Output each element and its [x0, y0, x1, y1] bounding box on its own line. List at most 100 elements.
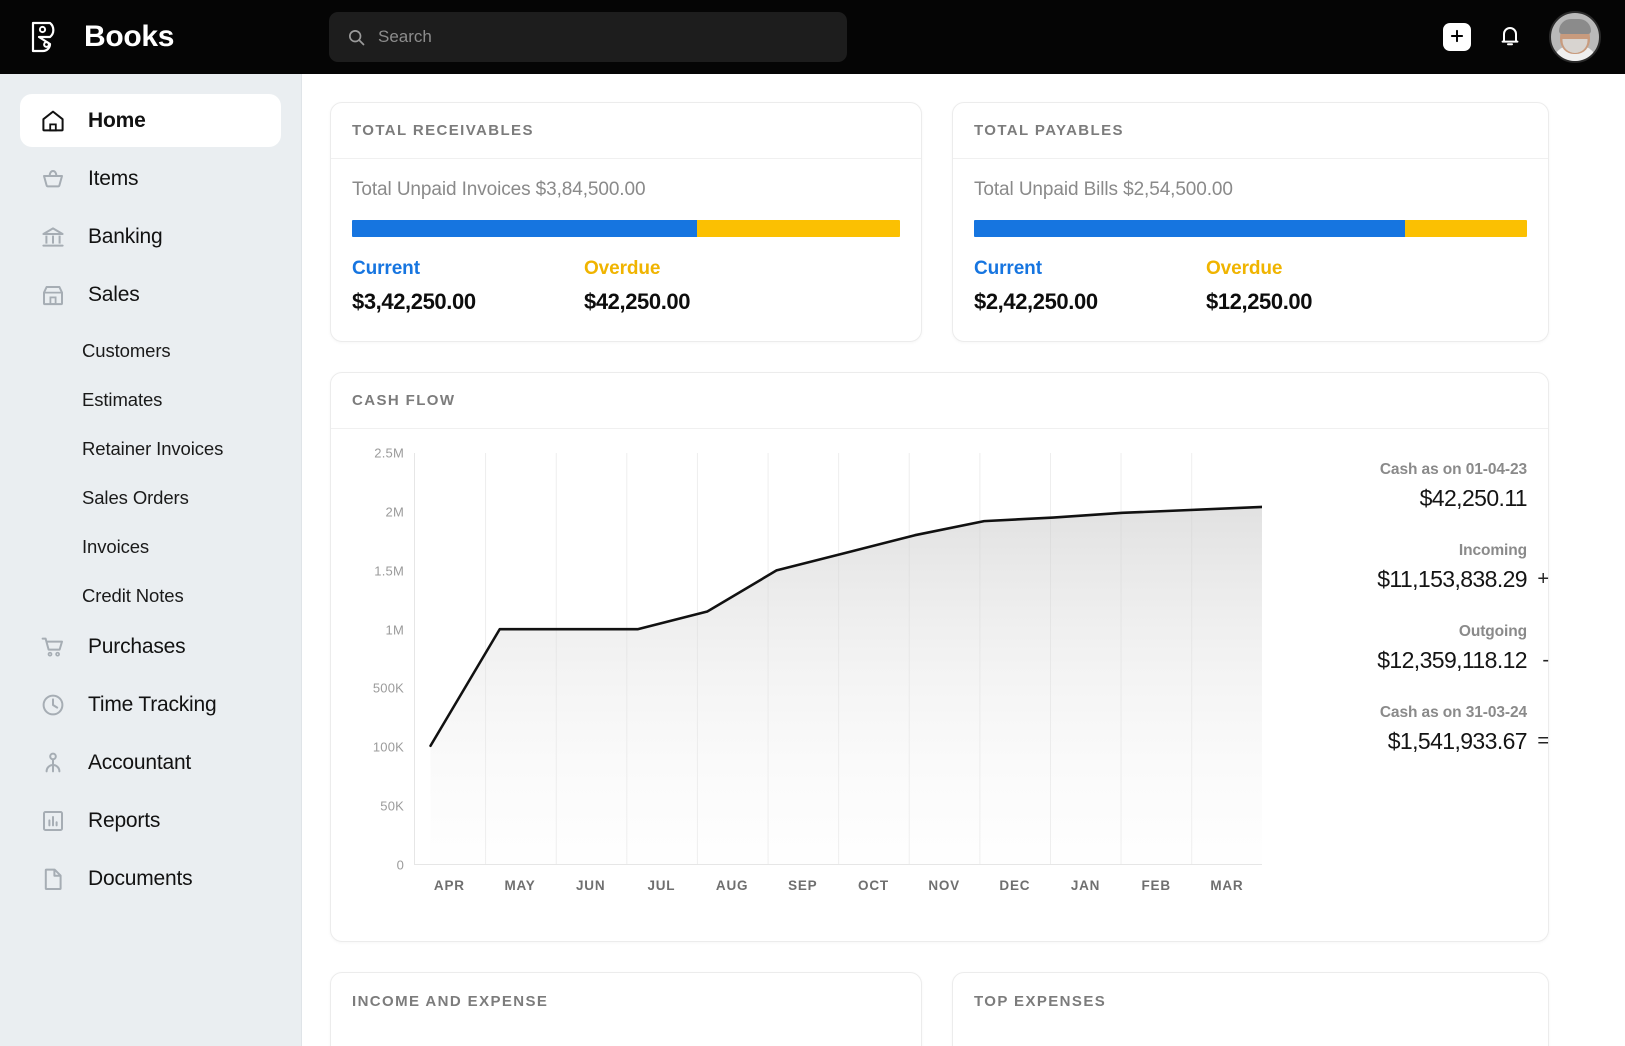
cash-flow-chart: 2.5M2M1.5M1M500K100K50K0: [352, 453, 1262, 923]
receivables-current: Current $3,42,250.00: [352, 258, 584, 315]
x-axis-tick: SEP: [767, 878, 838, 908]
home-icon: [40, 108, 66, 134]
notifications-button[interactable]: [1497, 23, 1523, 51]
receivables-overdue-segment: [697, 220, 900, 237]
clock-icon: [40, 692, 66, 718]
books-logo-icon: [26, 17, 66, 57]
sidebar-sub-label: Estimates: [82, 389, 162, 411]
sidebar-item-items[interactable]: Items: [20, 152, 281, 205]
incoming-value: $11,153,838.29: [1282, 566, 1527, 593]
card-body: Total Unpaid Bills $2,54,500.00 Current …: [953, 159, 1548, 341]
closing-cash: Cash as on 31-03-24 $1,541,933.67 =: [1282, 704, 1527, 755]
sidebar-sub-label: Sales Orders: [82, 487, 189, 509]
y-axis-tick: 500K: [373, 681, 404, 696]
x-axis-tick: MAR: [1192, 878, 1263, 908]
search-input[interactable]: [378, 27, 829, 47]
legend-value: $3,42,250.00: [352, 289, 584, 315]
sidebar-item-accountant[interactable]: Accountant: [20, 736, 281, 789]
page-title: CASH FLOW: [352, 392, 455, 409]
sidebar-item-label: Home: [88, 109, 146, 133]
sidebar-item-estimates[interactable]: Estimates: [0, 375, 301, 424]
search-bar[interactable]: [329, 12, 847, 62]
x-axis-tick: JAN: [1050, 878, 1121, 908]
sidebar-item-label: Time Tracking: [88, 693, 217, 717]
sidebar-item-label: Documents: [88, 867, 192, 891]
x-axis-tick: OCT: [838, 878, 909, 908]
sidebar-item-credit-notes[interactable]: Credit Notes: [0, 571, 301, 620]
closing-cash-label: Cash as on 31-03-24: [1282, 704, 1527, 722]
bar-chart-icon: [40, 808, 66, 834]
payables-overdue-segment: [1405, 220, 1527, 237]
y-axis-tick: 50K: [380, 799, 404, 814]
x-axis: APRMAYJUNJULAUGSEPOCTNOVDECJANFEBMAR: [414, 878, 1262, 908]
payables-current: Current $2,42,250.00: [974, 258, 1206, 315]
sidebar-item-invoices[interactable]: Invoices: [0, 522, 301, 571]
add-new-button[interactable]: [1443, 23, 1471, 51]
opening-cash: Cash as on 01-04-23 $42,250.11: [1282, 461, 1527, 512]
sidebar-sub-label: Retainer Invoices: [82, 438, 223, 460]
income-and-expense-card: INCOME AND EXPENSE: [330, 972, 922, 1046]
sidebar-item-banking[interactable]: Banking: [20, 210, 281, 263]
sidebar-item-label: Accountant: [88, 751, 191, 775]
y-axis-tick: 100K: [373, 740, 404, 755]
equals-operator: =: [1537, 730, 1549, 753]
page-title: TOP EXPENSES: [974, 993, 1106, 1010]
sidebar-item-time-tracking[interactable]: Time Tracking: [20, 678, 281, 731]
summary-cards-row: TOTAL RECEIVABLES Total Unpaid Invoices …: [330, 102, 1549, 342]
x-axis-tick: AUG: [697, 878, 768, 908]
bank-icon: [40, 224, 66, 250]
payables-overdue: Overdue $12,250.00: [1206, 258, 1438, 315]
sidebar-item-customers[interactable]: Customers: [0, 326, 301, 375]
sidebar-item-sales-orders[interactable]: Sales Orders: [0, 473, 301, 522]
sidebar-item-documents[interactable]: Documents: [20, 852, 281, 905]
legend-label: Current: [352, 258, 584, 280]
payables-summary: Total Unpaid Bills $2,54,500.00: [974, 179, 1527, 201]
payables-current-segment: [974, 220, 1405, 237]
card-header: TOTAL RECEIVABLES: [331, 103, 921, 159]
y-axis-tick: 1.5M: [374, 563, 404, 578]
card-header: INCOME AND EXPENSE: [331, 973, 921, 1029]
bottom-cards-row: INCOME AND EXPENSE TOP EXPENSES: [330, 972, 1549, 1046]
legend-value: $2,42,250.00: [974, 289, 1206, 315]
payables-legend: Current $2,42,250.00 Overdue $12,250.00: [974, 258, 1527, 315]
x-axis-tick: DEC: [980, 878, 1051, 908]
x-axis-tick: NOV: [909, 878, 980, 908]
avatar[interactable]: [1549, 11, 1601, 63]
sidebar-item-reports[interactable]: Reports: [20, 794, 281, 847]
area-fill: [431, 507, 1263, 864]
plus-operator: +: [1537, 568, 1549, 591]
area-chart-svg: [415, 453, 1262, 864]
sidebar-item-label: Sales: [88, 283, 140, 307]
opening-cash-value: $42,250.11: [1282, 485, 1527, 512]
total-payables-card: TOTAL PAYABLES Total Unpaid Bills $2,54,…: [952, 102, 1549, 342]
brand[interactable]: Books: [26, 17, 276, 57]
x-axis-tick: FEB: [1121, 878, 1192, 908]
top-expenses-card: TOP EXPENSES: [952, 972, 1549, 1046]
sidebar-item-label: Reports: [88, 809, 160, 833]
x-axis-tick: JUL: [626, 878, 697, 908]
search-icon: [347, 28, 366, 47]
plot-area: [414, 453, 1262, 865]
sidebar-item-retainer-invoices[interactable]: Retainer Invoices: [0, 424, 301, 473]
sidebar-item-home[interactable]: Home: [20, 94, 281, 147]
card-body: Total Unpaid Invoices $3,84,500.00 Curre…: [331, 159, 921, 341]
cart-icon: [40, 634, 66, 660]
x-axis-tick: JUN: [555, 878, 626, 908]
document-icon: [40, 866, 66, 892]
accountant-icon: [40, 750, 66, 776]
avatar-hair: [1559, 19, 1591, 34]
top-bar-actions: [1443, 0, 1601, 74]
receivables-progress-bar: [352, 220, 900, 237]
cash-flow-summary: Cash as on 01-04-23 $42,250.11 Incoming …: [1262, 453, 1527, 923]
sidebar-item-purchases[interactable]: Purchases: [20, 620, 281, 673]
card-header: TOTAL PAYABLES: [953, 103, 1548, 159]
card-header: CASH FLOW: [331, 373, 1548, 429]
sidebar-item-sales[interactable]: Sales: [20, 268, 281, 321]
legend-label: Overdue: [584, 258, 816, 280]
cash-flow-card: CASH FLOW 2.5M2M1.5M1M500K100K50K0: [330, 372, 1549, 942]
sidebar-item-label: Purchases: [88, 635, 185, 659]
x-axis-tick: MAY: [485, 878, 556, 908]
main-content: TOTAL RECEIVABLES Total Unpaid Invoices …: [302, 74, 1625, 1046]
sidebar-item-label: Banking: [88, 225, 163, 249]
opening-cash-label: Cash as on 01-04-23: [1282, 461, 1527, 479]
